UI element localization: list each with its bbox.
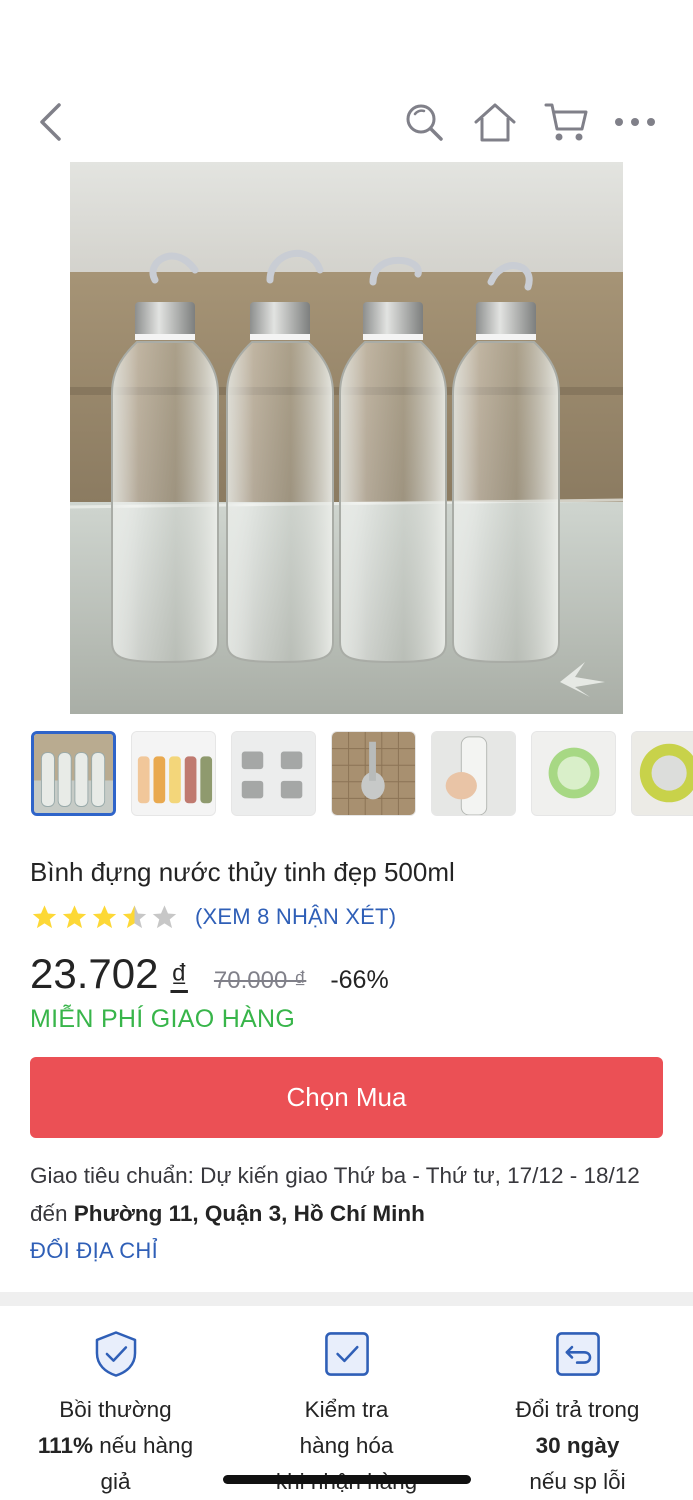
top-navigation-bar	[0, 0, 693, 160]
cart-button[interactable]	[543, 100, 589, 144]
benefit-inspection[interactable]: Kiểm tra hàng hóa khi nhận hàng	[231, 1306, 462, 1500]
shield-check-icon	[95, 1331, 136, 1377]
benefit-return[interactable]: Đổi trả trong 30 ngày nếu sp lỗi	[462, 1306, 693, 1500]
benefit-bold: 30 ngày	[535, 1433, 620, 1458]
benefit-line: hàng hóa	[299, 1433, 394, 1458]
star-half-icon	[122, 905, 147, 929]
home-icon	[474, 103, 516, 142]
check-box-icon	[324, 1332, 369, 1376]
home-button[interactable]	[472, 100, 518, 144]
thumb-yellow-cap[interactable]	[631, 731, 693, 816]
home-indicator[interactable]	[223, 1475, 471, 1484]
free-shipping-label: MIỄN PHÍ GIAO HÀNG	[30, 1005, 296, 1033]
change-address-link[interactable]: ĐỔI ĐỊA CHỈ	[30, 1238, 158, 1264]
benefit-line: Đổi trả trong	[515, 1397, 640, 1422]
thumbnail-strip[interactable]	[31, 731, 693, 818]
current-price: 23.702	[30, 950, 159, 997]
thumb-spoon[interactable]	[331, 731, 416, 816]
more-button[interactable]	[612, 104, 658, 140]
benefits-bar: Bồi thường 111% nếu hàng giả Kiểm tra hà…	[0, 1306, 693, 1500]
benefit-line: giả	[100, 1469, 131, 1494]
benefit-line: 30 ngày	[478, 1428, 678, 1464]
benefit-line: Bồi thường	[59, 1397, 172, 1422]
thumb-hand-bottle[interactable]	[431, 731, 516, 816]
discount-badge: -66%	[330, 966, 389, 994]
benefit-return-text: Đổi trả trong 30 ngày nếu sp lỗi	[478, 1392, 678, 1500]
benefit-line: Kiểm tra	[304, 1397, 389, 1422]
thumb-bottle-caps[interactable]	[231, 731, 316, 816]
return-icon	[555, 1332, 600, 1376]
product-title: Bình đựng nước thủy tinh đẹp 500ml	[30, 857, 455, 887]
price-row: 23.702 ₫ 70.000 ₫ -66%	[30, 950, 389, 998]
star-full-icon	[62, 905, 87, 929]
thumb-green-cap[interactable]	[531, 731, 616, 816]
original-price: 70.000 ₫	[213, 967, 307, 994]
back-button[interactable]	[30, 100, 70, 144]
benefit-compensation[interactable]: Bồi thường 111% nếu hàng giả	[0, 1306, 231, 1500]
benefit-line: nếu sp lỗi	[529, 1469, 626, 1494]
benefit-compensation-text: Bồi thường 111% nếu hàng giả	[16, 1392, 216, 1500]
star-full-icon	[92, 905, 117, 929]
benefit-bold: 111%	[37, 1433, 93, 1458]
chevron-left-icon	[40, 103, 61, 141]
benefit-line-rest: nếu hàng	[92, 1433, 194, 1458]
view-reviews-link[interactable]: (XEM 8 NHẬN XÉT)	[195, 904, 396, 930]
search-icon	[406, 104, 443, 141]
currency-symbol: ₫	[170, 958, 188, 996]
search-button[interactable]	[402, 100, 446, 144]
thumb-colored-bottles[interactable]	[131, 731, 216, 816]
delivery-address: Phường 11, Quận 3, Hồ Chí Minh	[73, 1201, 425, 1226]
product-main-image[interactable]	[70, 162, 623, 714]
more-dots-icon	[615, 118, 655, 126]
delivery-info: Giao tiêu chuẩn: Dự kiến giao Thứ ba - T…	[30, 1157, 650, 1233]
star-full-icon	[32, 905, 57, 929]
section-divider	[0, 1292, 693, 1306]
cart-icon	[544, 103, 588, 141]
rating-row: (XEM 8 NHẬN XÉT)	[30, 903, 396, 931]
benefit-line: 111% nếu hàng	[16, 1428, 216, 1464]
rating-stars	[30, 903, 179, 931]
buy-button[interactable]: Chọn Mua	[30, 1057, 663, 1138]
star-empty-icon	[152, 905, 177, 929]
thumb-clear-bottles[interactable]	[31, 731, 116, 816]
